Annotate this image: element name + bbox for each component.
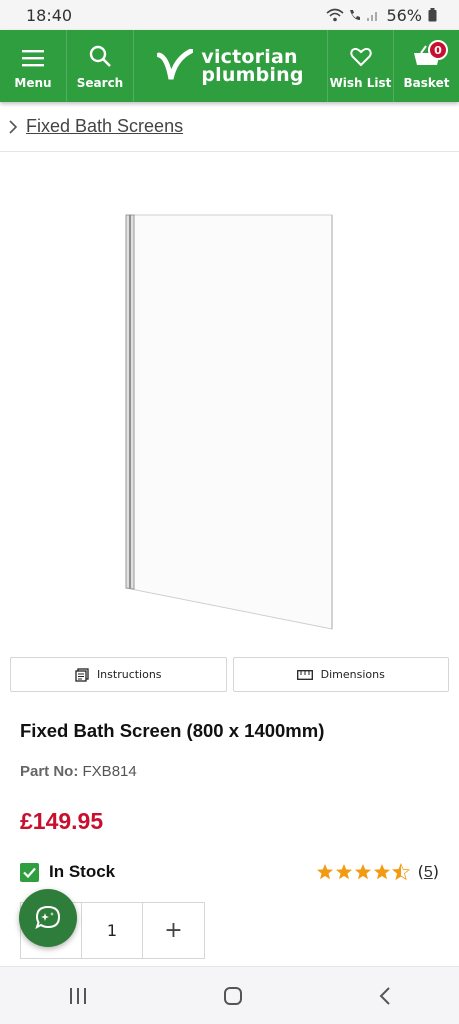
chat-icon (35, 905, 61, 929)
product-rating[interactable]: (5) (316, 862, 439, 882)
home-icon[interactable] (223, 986, 243, 1006)
rating-stars (316, 863, 410, 880)
dimensions-button[interactable]: Dimensions (232, 657, 449, 692)
signal-icon (367, 12, 378, 21)
search-label: Search (76, 76, 124, 90)
status-indicators: 56% (326, 6, 437, 25)
document-buttons: Instructions Dimensions (0, 657, 459, 692)
logo-wordmark: victorian plumbing (201, 48, 304, 86)
part-number-value: FXB814 (82, 763, 137, 780)
logo-line-2: plumbing (201, 64, 304, 86)
battery-icon (428, 8, 437, 22)
stock-label: In Stock (49, 862, 116, 881)
product-price: £149.95 (20, 808, 104, 834)
review-count-link[interactable]: (5) (418, 862, 439, 882)
search-button[interactable]: Search (67, 30, 134, 102)
menu-button[interactable]: Menu (0, 30, 67, 102)
battery-percent: 56% (386, 5, 422, 25)
wishlist-button[interactable]: Wish List (327, 30, 393, 102)
chevron-right-icon (9, 119, 18, 134)
quantity-input[interactable]: 1 (82, 903, 143, 958)
status-time: 18:40 (26, 5, 73, 25)
system-nav-bar (0, 966, 459, 1024)
call-icon (350, 10, 361, 20)
basket-button[interactable]: Basket 0 (393, 30, 459, 102)
status-bar: 18:40 56% (0, 0, 459, 30)
chat-button[interactable] (19, 889, 77, 947)
heart-icon (349, 47, 372, 67)
product-image[interactable] (0, 152, 459, 657)
wifi-icon (326, 8, 344, 22)
breadcrumb-link[interactable]: Fixed Bath Screens (26, 116, 183, 137)
review-count: 5 (423, 864, 433, 881)
wishlist-label: Wish List (329, 76, 392, 90)
menu-icon (22, 50, 44, 67)
logo-mark (157, 49, 194, 80)
increment-button[interactable]: + (143, 903, 204, 958)
stock-status: In Stock (20, 862, 115, 882)
status-icons (326, 8, 380, 22)
dimensions-label: Dimensions (320, 668, 385, 681)
instructions-button[interactable]: Instructions (10, 657, 227, 692)
recents-icon[interactable] (68, 987, 88, 1005)
ruler-icon (296, 669, 313, 680)
document-icon (75, 667, 89, 682)
site-header: Menu Search victorian plumbing Wish List… (0, 30, 459, 102)
part-number-label: Part No: (20, 763, 79, 780)
basket-count-badge: 0 (428, 40, 448, 60)
breadcrumb: Fixed Bath Screens (0, 102, 459, 152)
product-title: Fixed Bath Screen (800 x 1400mm) (20, 720, 325, 741)
site-logo[interactable]: victorian plumbing (134, 30, 327, 102)
instructions-label: Instructions (96, 668, 162, 681)
stock-rating-row: In Stock (5) (20, 862, 439, 882)
back-icon[interactable] (378, 986, 392, 1006)
part-number: Part No: FXB814 (20, 763, 459, 780)
check-icon (20, 862, 39, 882)
search-icon (89, 45, 111, 67)
menu-label: Menu (14, 76, 52, 90)
bath-screen-illustration (125, 214, 333, 630)
basket-label: Basket (403, 76, 450, 90)
